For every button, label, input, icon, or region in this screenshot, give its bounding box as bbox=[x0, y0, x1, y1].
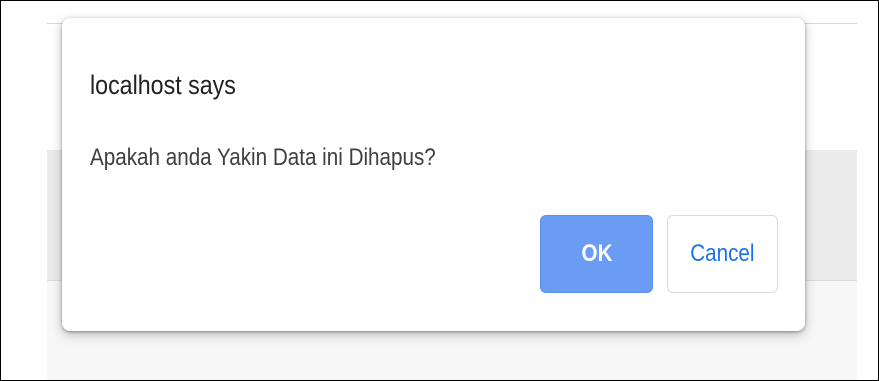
dialog-title: localhost says bbox=[90, 70, 236, 100]
confirm-dialog: localhost says Apakah anda Yakin Data in… bbox=[62, 18, 805, 331]
cancel-button-label: Cancel bbox=[690, 240, 755, 267]
screenshot-frame: localhost says Apakah anda Yakin Data in… bbox=[0, 0, 879, 381]
dialog-message: Apakah anda Yakin Data ini Dihapus? bbox=[90, 144, 436, 171]
ok-button[interactable]: OK bbox=[540, 215, 653, 293]
ok-button-label: OK bbox=[581, 240, 612, 267]
cancel-button[interactable]: Cancel bbox=[667, 215, 778, 293]
